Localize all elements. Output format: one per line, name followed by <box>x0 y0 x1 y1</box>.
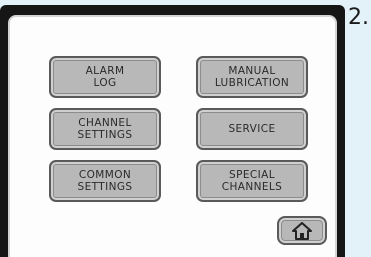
special-channels-button[interactable]: SPECIAL CHANNELS <box>196 160 308 202</box>
service-button[interactable]: SERVICE <box>196 108 308 150</box>
alarm-log-label: ALARM LOG <box>85 65 125 89</box>
step-number: 2. <box>348 5 369 30</box>
common-settings-label: COMMON SETTINGS <box>77 169 133 193</box>
special-channels-label: SPECIAL CHANNELS <box>221 169 283 193</box>
service-label: SERVICE <box>228 123 276 135</box>
manual-lubrication-label: MANUAL LUBRICATION <box>214 65 290 89</box>
common-settings-button[interactable]: COMMON SETTINGS <box>49 160 161 202</box>
home-icon <box>291 221 313 241</box>
manual-lubrication-button[interactable]: MANUAL LUBRICATION <box>196 56 308 98</box>
alarm-log-button[interactable]: ALARM LOG <box>49 56 161 98</box>
channel-settings-label: CHANNEL SETTINGS <box>77 117 133 141</box>
channel-settings-button[interactable]: CHANNEL SETTINGS <box>49 108 161 150</box>
home-button[interactable] <box>277 216 327 245</box>
